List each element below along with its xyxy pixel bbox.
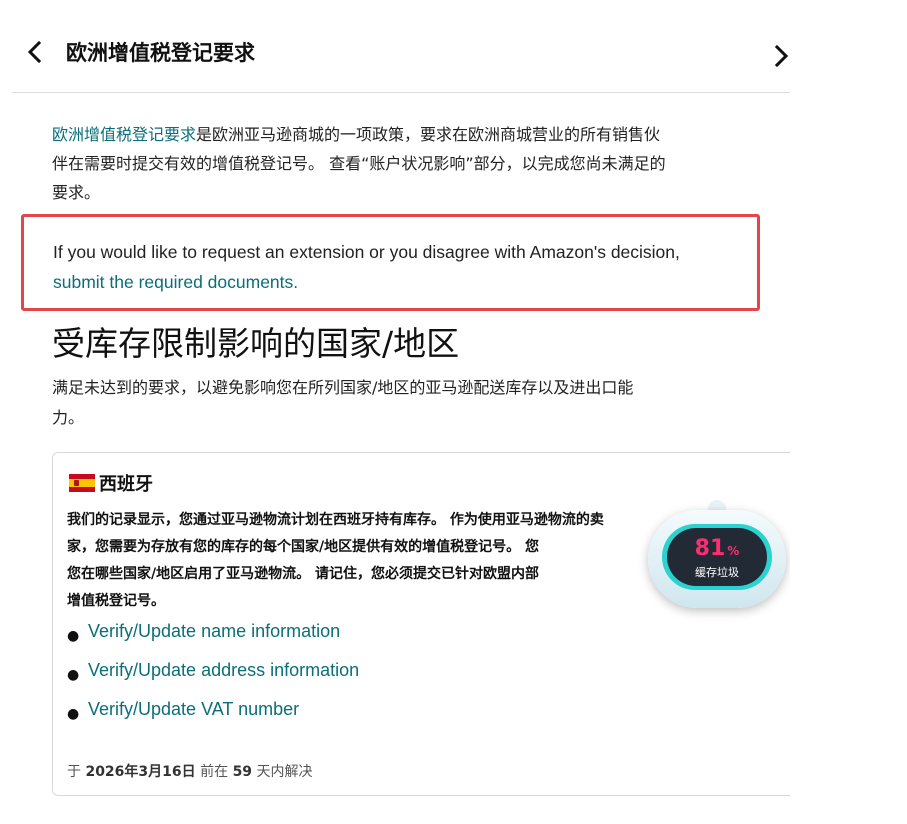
bullet-icon: ● <box>67 706 80 722</box>
section-description: 满足未达到的要求，以避免影响您在所列国家/地区的亚马逊配送库存以及进出口能 力。 <box>52 373 767 433</box>
section-desc-line2: 力。 <box>52 408 85 427</box>
verify-name-link[interactable]: Verify/Update name information <box>88 621 340 642</box>
list-item: ● Verify/Update VAT number <box>67 697 667 736</box>
extension-notice-highlight: If you would like to request an extensio… <box>21 214 760 311</box>
verify-vat-link[interactable]: Verify/Update VAT number <box>88 699 299 720</box>
spain-flag-icon <box>69 474 95 492</box>
vat-requirements-link[interactable]: 欧洲增值税登记要求 <box>52 125 196 144</box>
intro-text-line3: 要求。 <box>52 183 101 202</box>
extension-notice: If you would like to request an extensio… <box>53 237 773 297</box>
cache-percent: 81% <box>667 536 767 561</box>
bullet-icon: ● <box>67 667 80 683</box>
widget-screen: 81% 缓存垃圾 <box>667 528 767 586</box>
page-title: 欧洲增值税登记要求 <box>66 41 255 65</box>
section-title: 受库存限制影响的国家/地区 <box>52 324 460 363</box>
deadline-suffix: 天内解决 <box>256 764 313 780</box>
policy-intro: 欧洲增值税登记要求是欧洲亚马逊商城的一项政策，要求在欧洲商城营业的所有销售伙 伴… <box>52 120 790 207</box>
bullet-icon: ● <box>67 628 80 644</box>
list-item: ● Verify/Update address information <box>67 658 667 697</box>
intro-text-line1: 是欧洲亚马逊商城的一项政策，要求在欧洲商城营业的所有销售伙 <box>196 125 661 144</box>
deadline-prefix: 于 <box>67 764 81 780</box>
list-item: ● Verify/Update name information <box>67 619 667 658</box>
deadline-days: 59 <box>232 764 253 780</box>
section-desc-line1: 满足未达到的要求，以避免影响您在所列国家/地区的亚马逊配送库存以及进出口能 <box>52 378 634 397</box>
country-name: 西班牙 <box>99 474 153 495</box>
verify-address-link[interactable]: Verify/Update address information <box>88 660 359 681</box>
extension-notice-text: If you would like to request an extensio… <box>53 242 680 262</box>
action-list: ● Verify/Update name information ● Verif… <box>67 619 667 736</box>
cache-percent-value: 81 <box>694 536 726 561</box>
cache-label: 缓存垃圾 <box>695 566 739 579</box>
submit-documents-link[interactable]: submit the required documents. <box>53 267 773 297</box>
page-header: 欧洲增值税登记要求 <box>12 22 790 93</box>
chevron-left-icon[interactable] <box>22 39 48 65</box>
deadline-date: 2026年3月16日 <box>85 764 196 780</box>
resolve-deadline: 于 2026年3月16日 前在 59 天内解决 <box>67 761 313 781</box>
chevron-right-icon[interactable] <box>772 44 790 68</box>
cache-cleaner-widget[interactable]: 81% 缓存垃圾 <box>648 500 788 612</box>
vat-registration-panel: 欧洲增值税登记要求 欧洲增值税登记要求是欧洲亚马逊商城的一项政策，要求在欧洲商城… <box>0 0 790 824</box>
deadline-middle: 前在 <box>200 764 229 780</box>
cache-percent-unit: % <box>727 544 740 558</box>
intro-text-line2: 伴在需要时提交有效的增值税登记号。 查看“账户状况影响”部分，以完成您尚未满足的 <box>52 154 666 173</box>
